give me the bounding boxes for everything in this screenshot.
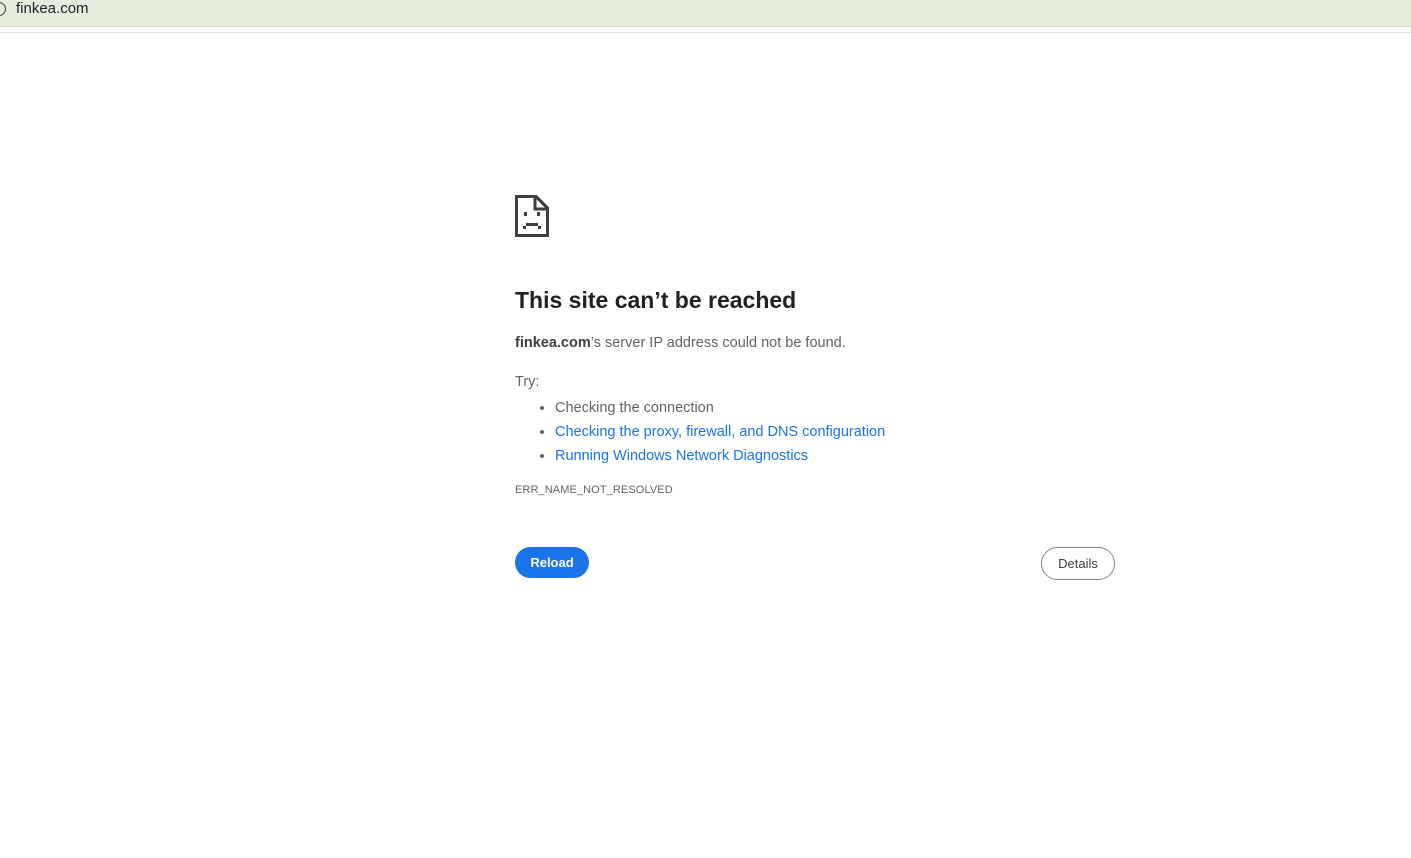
suggestion-network-diagnostics: Running Windows Network Diagnostics [555, 444, 1115, 468]
page-title: This site can’t be reached [515, 287, 797, 313]
network-diagnostics-link[interactable]: Running Windows Network Diagnostics [555, 448, 808, 464]
error-summary-text: ’s server IP address could not be found. [590, 335, 846, 351]
error-summary: finkea.com’s server IP address could not… [515, 333, 1115, 353]
toolbar-divider [0, 32, 1411, 33]
error-host: finkea.com [515, 335, 591, 351]
proxy-firewall-dns-link[interactable]: Checking the proxy, firewall, and DNS co… [555, 424, 885, 440]
url-text[interactable]: finkea.com [16, 0, 89, 18]
reload-button[interactable]: Reload [515, 547, 589, 578]
suggestion-label: Checking the connection [555, 400, 714, 416]
sad-document-icon [515, 195, 549, 237]
try-label: Try: [515, 374, 540, 390]
button-row: Reload Details [515, 547, 1115, 581]
address-bar[interactable]: finkea.com [0, 0, 1411, 27]
site-info-icon[interactable] [0, 2, 6, 16]
suggestion-check-connection: Checking the connection [555, 396, 1115, 420]
suggestion-check-proxy-firewall-dns: Checking the proxy, firewall, and DNS co… [555, 420, 1115, 444]
details-button[interactable]: Details [1041, 547, 1115, 580]
error-code: ERR_NAME_NOT_RESOLVED [515, 484, 673, 496]
error-page: This site can’t be reached finkea.com’s … [515, 195, 1115, 581]
suggestions-list: Checking the connection Checking the pro… [515, 396, 1115, 468]
